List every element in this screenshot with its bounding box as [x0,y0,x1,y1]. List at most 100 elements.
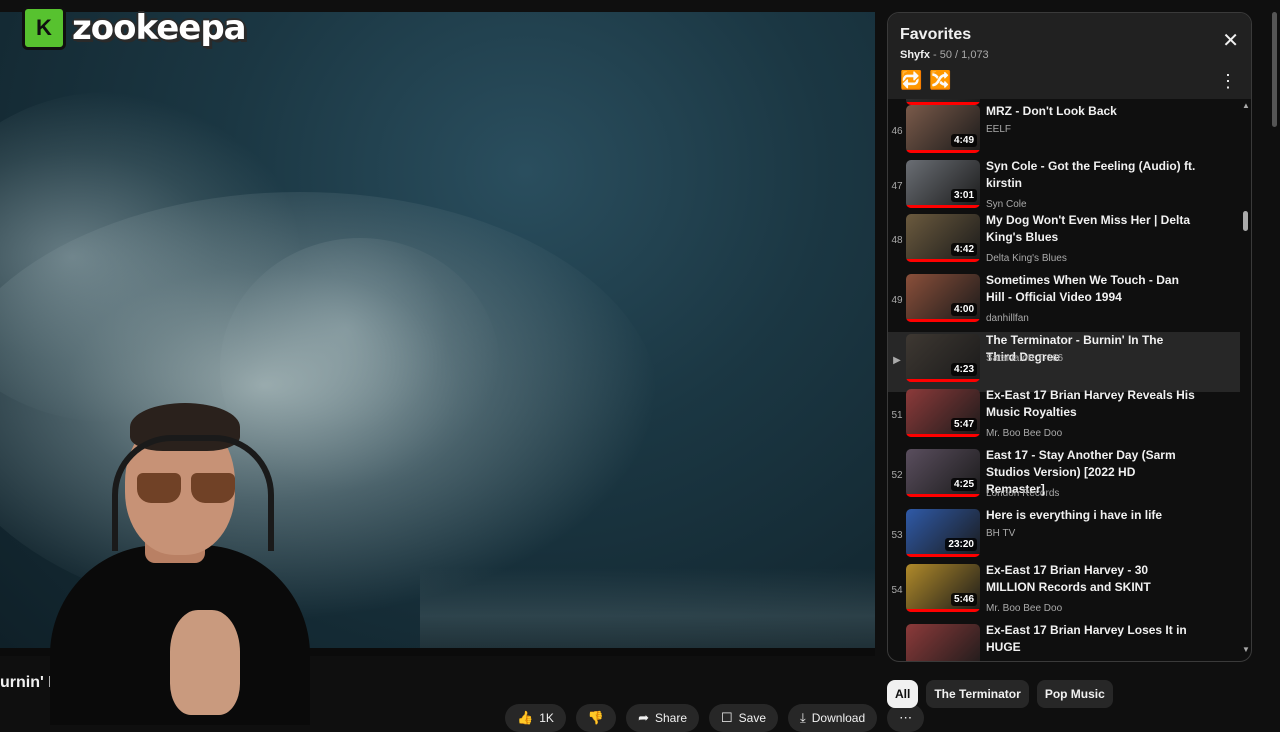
playlist-item-thumbnail[interactable]: 4:42 [906,214,980,262]
playlist-item[interactable]: Ex-East 17 Brian Harvey Loses It in HUGE [888,622,1240,661]
duration-badge: 4:25 [950,478,977,491]
playlist-subtitle: Shyfx - 50 / 1,073 [900,49,989,61]
playlist-item[interactable]: 53 23:20 Here is everything i have in life… [888,507,1240,567]
playlist-item-channel[interactable]: Delta King's Blues [986,253,1067,264]
now-playing-icon: ▶ [893,355,901,366]
playlist-item-channel[interactable]: Mr. Boo Bee Doo [986,428,1062,439]
logo-badge: K [22,6,66,50]
playlist-item-title[interactable]: Here is everything i have in life [986,507,1196,524]
playlist-item-now-playing[interactable]: ▶ 4:23 The Terminator - Burnin' In The Thi… [888,332,1240,392]
sunglasses [137,473,237,505]
duration-badge: 4:23 [950,363,977,376]
dislike-icon: 👎 [587,710,605,725]
close-icon[interactable]: ✕ [1222,31,1239,51]
share-button[interactable]: ➦ Share [626,704,699,732]
playlist-panel: Favorites Shyfx - 50 / 1,073 ✕ 🔁 🔀 ⋮ 5:4… [887,12,1252,662]
playlist-item[interactable]: 47 3:01 Syn Cole - Got the Feeling (Audio)… [888,158,1240,218]
like-button[interactable]: 👍 1K [505,704,566,732]
scroll-down-icon[interactable]: ▼ [1242,645,1250,654]
shuffle-icon[interactable]: 🔀 [929,70,951,91]
duration-badge: 5:46 [950,593,977,606]
playlist-item[interactable]: 54 5:46 Ex-East 17 Brian Harvey - 30 MILLI… [888,562,1240,622]
duration-badge: 3:01 [950,189,977,202]
more-icon: ⋯ [899,710,913,725]
download-icon: ⤓ [800,710,806,725]
watched-progress-bar [906,434,980,437]
related-filter-chips: All The Terminator Pop Music [887,680,1113,708]
playlist-item-title[interactable]: Ex-East 17 Brian Harvey Reveals His Musi… [986,387,1196,421]
playlist-item-title[interactable]: Sometimes When We Touch - Dan Hill - Off… [986,272,1196,306]
playlist-item-thumbnail[interactable]: 4:25 [906,449,980,497]
share-label: Share [654,711,687,725]
loop-icon[interactable]: 🔁 [900,70,922,91]
watched-progress-bar [906,379,980,382]
playlist-item-thumbnail[interactable] [906,624,980,661]
playlist-item-thumbnail[interactable]: 3:01 [906,160,980,208]
playlist-item-channel[interactable]: Syn Cole [986,199,1027,210]
page-scrollbar[interactable] [1272,12,1277,127]
playlist-owner[interactable]: Shyfx [900,49,930,61]
playlist-item-title[interactable]: Ex-East 17 Brian Harvey - 30 MILLION Rec… [986,562,1196,596]
playlist-item-channel[interactable]: danhillfan [986,313,1029,324]
watched-progress-bar [906,205,980,208]
playlist-item-title[interactable]: My Dog Won't Even Miss Her | Delta King'… [986,212,1196,246]
playlist-item[interactable]: 48 4:42 My Dog Won't Even Miss Her | Delta… [888,212,1240,272]
duration-badge: 23:20 [945,538,977,551]
filter-chip[interactable]: All [887,680,919,708]
playlist-position: - 50 / 1,073 [929,49,989,61]
playlist-item[interactable]: 52 4:25 East 17 - Stay Another Day (Sarm S… [888,447,1240,507]
scroll-up-icon[interactable]: ▲ [1242,101,1250,110]
playlist-item-channel[interactable]: London Records [986,488,1059,499]
playlist-items: 5:45Enjoy it ♥464:49MRZ - Don't Look Bac… [888,99,1240,661]
playlist-item[interactable]: 51 5:47 Ex-East 17 Brian Harvey Reveals Hi… [888,387,1240,447]
duration-badge: 4:49 [950,134,977,147]
watched-progress-bar [906,259,980,262]
playlist-item-title[interactable]: Syn Cole - Got the Feeling (Audio) ft. k… [986,158,1196,192]
playlist-item-thumbnail[interactable]: 4:00 [906,274,980,322]
playlist-item-thumbnail[interactable]: 4:23 [906,334,980,382]
playlist-item-channel[interactable]: BH TV [986,528,1015,539]
watched-progress-bar [906,609,980,612]
watched-progress-bar [906,494,980,497]
playlist-item-index: 54 [891,585,903,596]
video-action-bar: 👍 1K 👎 ➦ Share ☐ Save ⤓ Download ⋯ [505,704,925,732]
more-options-icon[interactable]: ⋮ [1219,71,1237,92]
like-icon: 👍 [517,710,534,725]
playlist-item-index: 49 [891,295,903,306]
playlist-item-index: 53 [891,530,903,541]
playlist-item-thumbnail[interactable]: 23:20 [906,509,980,557]
playlist-item-title[interactable]: Ex-East 17 Brian Harvey Loses It in HUGE [986,622,1196,656]
duration-badge: 5:47 [950,418,977,431]
playlist-item-index: 47 [891,181,903,192]
playlist-item[interactable]: 49 4:00 Sometimes When We Touch - Dan Hill… [888,272,1240,332]
playlist-item-thumbnail[interactable]: 4:49 [906,105,980,153]
playlist-item-index: 48 [891,235,903,246]
playlist-scrollbar-thumb[interactable] [1243,211,1248,231]
playlist-item-title[interactable]: MRZ - Don't Look Back [986,103,1196,120]
playlist-title[interactable]: Favorites [900,26,971,44]
logo-text: zookeepa [72,8,247,48]
like-label: 1K [539,711,554,725]
save-button[interactable]: ☐ Save [709,704,779,732]
channel-logo: K zookeepa [22,6,247,50]
download-button[interactable]: ⤓ Download [788,704,878,732]
playlist-item-index: 52 [891,470,903,481]
filter-chip[interactable]: The Terminator [926,680,1029,708]
video-frame-ground [420,568,875,648]
duration-badge: 4:00 [950,303,977,316]
share-icon: ➦ [638,710,649,725]
webcam-overlay [40,395,320,725]
playlist-item-thumbnail[interactable]: 5:46 [906,564,980,612]
playlist-header: Favorites Shyfx - 50 / 1,073 ✕ 🔁 🔀 ⋮ [888,13,1251,99]
playlist-item-channel[interactable]: SataNatoR T-666 [986,353,1063,364]
playlist-item[interactable]: 46 4:49 MRZ - Don't Look Back EELF [888,103,1240,163]
duration-badge: 4:42 [950,243,977,256]
filter-chip[interactable]: Pop Music [1036,680,1113,708]
playlist-item-channel[interactable]: EELF [986,124,1011,135]
playlist-item-thumbnail[interactable]: 5:47 [906,389,980,437]
watched-progress-bar [906,319,980,322]
dislike-button[interactable]: 👎 [575,704,617,732]
save-icon: ☐ [721,710,733,725]
more-button[interactable]: ⋯ [887,704,925,732]
playlist-item-channel[interactable]: Mr. Boo Bee Doo [986,603,1062,614]
